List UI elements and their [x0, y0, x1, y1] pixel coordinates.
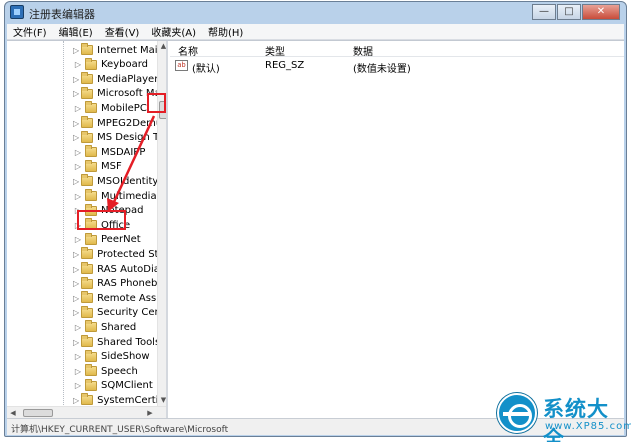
xp85-logo-icon	[497, 393, 537, 433]
site-watermark: 系统大全 www.XP85.com	[493, 389, 631, 442]
watermark-title: 系统大全	[543, 397, 609, 442]
annotation-arrow-icon	[107, 115, 156, 212]
watermark-url: www.XP85.com	[545, 421, 631, 432]
